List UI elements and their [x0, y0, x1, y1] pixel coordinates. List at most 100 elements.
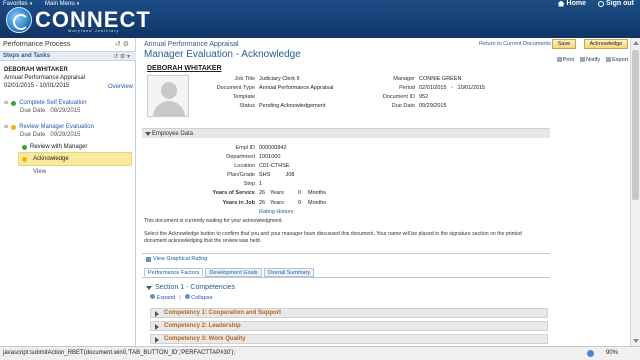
connect-logo-icon — [6, 7, 32, 33]
location-value: C01-CTHSE — [259, 163, 290, 169]
document-period: 02/01/2015 - 10/01/2015 — [4, 83, 70, 89]
field-label: Department — [226, 154, 255, 160]
due-date-value: 09/29/2015 — [419, 103, 447, 109]
export-link[interactable]: Export — [606, 57, 628, 63]
employee-name: DEBORAH WHITAKER — [4, 67, 68, 73]
field-label: Due Date — [391, 103, 415, 109]
status-message: This document is currently waiting for y… — [144, 218, 283, 224]
years-unit: Years — [270, 200, 284, 206]
page-title: Manager Evaluation - Acknowledge — [144, 49, 301, 60]
task-review-with-manager[interactable]: Review with Manager — [22, 144, 87, 150]
notify-link[interactable]: Notify — [580, 57, 600, 63]
document-id-value: 952 — [419, 94, 429, 100]
steps-tasks-bar: Steps and Tasks ↺ ⚙ ▾ — [0, 51, 136, 61]
months-unit: Months — [308, 200, 327, 206]
step-complete-self-evaluation[interactable]: ⊖ Complete Self Evaluation — [4, 100, 87, 106]
signout-icon — [598, 0, 604, 7]
logo-subtitle: Maryland Judiciary — [68, 28, 120, 33]
print-link[interactable]: Print — [556, 57, 574, 63]
zoom-level[interactable]: 90% — [606, 350, 618, 356]
acknowledge-button[interactable]: Acknowledge — [584, 39, 628, 49]
steps-tasks-label: Steps and Tasks — [3, 53, 50, 59]
department-value: 1001000 — [259, 154, 281, 160]
scroll-down-icon[interactable] — [633, 339, 639, 343]
tab-overall-summary[interactable]: Overall Summary — [263, 268, 315, 277]
steps-tasks-tools[interactable]: ↺ ⚙ ▾ — [113, 53, 130, 60]
vertical-scrollbar[interactable] — [630, 38, 640, 346]
step-label[interactable]: Review Manager Evaluation — [19, 124, 94, 130]
inprogress-status-icon — [11, 124, 17, 130]
step-label[interactable]: Complete Self Evaluation — [19, 100, 86, 106]
print-icon — [556, 57, 562, 63]
competency-2-row[interactable]: Competency 2: Leadership — [150, 321, 548, 331]
years-of-service-years: 26 — [259, 190, 266, 196]
chart-icon — [146, 256, 151, 262]
field-label: Document ID — [382, 94, 415, 100]
task-view[interactable]: View — [33, 169, 46, 175]
status-bar: javascript:submitAction_RBET(document.wi… — [0, 346, 640, 360]
collapse-link[interactable]: Collapse — [184, 294, 213, 301]
header-bar: Favorites ▾ Main Menu ▾ CONNECT Maryland J… — [0, 0, 640, 38]
tab-performance-factors[interactable]: Performance Factors — [144, 268, 204, 277]
months-unit: Months — [308, 190, 327, 196]
field-label: Location — [234, 163, 255, 169]
collapse-icon[interactable]: ⊖ — [4, 100, 8, 106]
empl-id-value: 000000842 — [259, 145, 287, 151]
collapse-icon[interactable]: ⊖ — [4, 124, 8, 130]
years-of-service-months: 0 — [298, 190, 302, 196]
task-acknowledge[interactable]: Acknowledge — [18, 152, 132, 166]
signout-link[interactable]: Sign out — [598, 0, 634, 7]
overview-link[interactable]: Overview — [108, 84, 133, 90]
expand-icon — [150, 294, 155, 299]
years-unit: Years — [270, 190, 284, 196]
years-in-job-months: 0 — [298, 200, 302, 206]
employee-photo-placeholder — [147, 75, 189, 117]
home-link[interactable]: Home — [557, 0, 586, 7]
breadcrumb[interactable]: Annual Performance Appraisal — [144, 41, 239, 48]
main-content: Annual Performance Appraisal Manager Eva… — [138, 38, 636, 346]
left-panel: Performance Process ↺ ⚙ Steps and Tasks … — [0, 38, 136, 346]
competency-1-row[interactable]: Competency 1: Cooperation and Support — [150, 308, 548, 318]
step-due-date: Due Date 08/29/2015 — [20, 108, 81, 114]
panel-tools[interactable]: ↺ ⚙ — [115, 40, 129, 48]
rating-history-link[interactable]: Rating History — [259, 209, 294, 215]
step-due-date: Due Date 09/29/2015 — [20, 132, 81, 138]
expand-link[interactable]: Expand — [150, 294, 175, 301]
field-label: Empl ID — [235, 145, 255, 151]
complete-status-icon — [11, 100, 17, 106]
step-review-manager-evaluation[interactable]: ⊖ Review Manager Evaluation — [4, 124, 94, 130]
status-url: javascript:submitAction_RBET(document.wi… — [3, 350, 235, 356]
save-button[interactable]: Save — [552, 39, 576, 49]
inprogress-status-icon — [22, 157, 27, 162]
tab-underline — [142, 277, 550, 278]
field-label: Step — [243, 181, 255, 187]
field-label: Years of Service — [212, 190, 255, 196]
period-value: 02/01/2015 - 10/01/2015 — [419, 85, 486, 91]
plan-grade-value: SHS J08 — [259, 172, 295, 178]
expand-arrow-icon — [155, 311, 159, 317]
scroll-thumb[interactable] — [632, 50, 639, 200]
field-label: Template — [232, 94, 255, 100]
document-type: Annual Performance Appraisal — [4, 75, 86, 81]
field-label: Years in Job — [222, 200, 255, 206]
status-value: Pending Acknowledgement — [259, 103, 326, 109]
panel-title: Performance Process — [3, 41, 71, 48]
step-value: 1 — [259, 181, 263, 187]
employee-data-header[interactable]: Employee Data — [142, 128, 550, 138]
divider — [142, 253, 550, 254]
notify-icon — [580, 57, 586, 63]
return-to-documents-link[interactable]: Return to Current Documents — [479, 41, 551, 47]
employee-name-heading: DEBORAH WHITAKER — [147, 65, 222, 72]
globe-icon — [587, 350, 594, 357]
section-1-header[interactable]: Section 1 - Competencies — [146, 284, 235, 291]
competency-3-row[interactable]: Competency 3: Work Quality — [150, 334, 548, 344]
scroll-up-icon[interactable] — [633, 41, 639, 45]
tab-development-goals[interactable]: Development Goals — [205, 268, 262, 277]
collapse-arrow-icon — [145, 132, 151, 136]
view-graphical-rating-link[interactable]: View Graphical Rating — [146, 256, 207, 262]
expand-arrow-icon — [155, 324, 159, 330]
field-label: Status — [239, 103, 255, 109]
evaluation-tabs: Performance Factors Development Goals Ov… — [144, 268, 315, 277]
field-label: Document Type — [216, 85, 255, 91]
expand-arrow-icon — [155, 337, 159, 343]
